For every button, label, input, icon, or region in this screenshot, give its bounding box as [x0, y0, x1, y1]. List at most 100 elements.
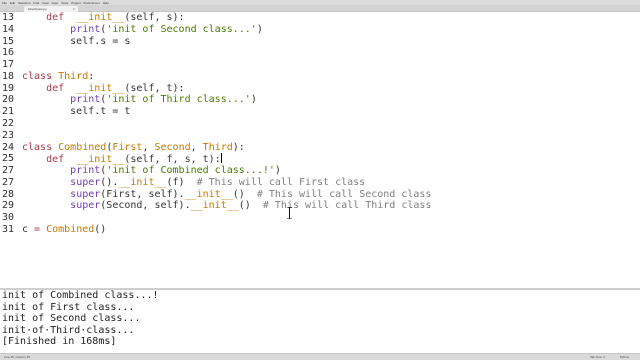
code-token: Second [154, 141, 191, 153]
code-token: 'init of Third class...' [106, 94, 251, 106]
code-line[interactable]: self.s = s [22, 36, 130, 48]
code-token: , [190, 141, 203, 153]
status-position: Line 25, Column 25 [4, 355, 31, 359]
code-token: () [238, 200, 263, 212]
code-token: (self, t): [124, 82, 185, 94]
code-line[interactable]: super(First, self).__init__() # This wil… [22, 189, 431, 201]
code-token: print [70, 165, 101, 177]
code-token: ): [232, 141, 245, 153]
code-token: super [70, 176, 101, 188]
code-token: class [22, 70, 53, 82]
code-line[interactable]: super(Second, self).__init__() # This wi… [22, 200, 431, 212]
line-number: 24 [2, 141, 15, 153]
build-output-panel: init of Combined class...! init of First … [0, 290, 640, 353]
code-token: (f) [166, 176, 197, 188]
code-line[interactable]: def __init__(self, s): [22, 12, 185, 24]
code-token: super [70, 188, 101, 200]
menu-item[interactable]: Selection [18, 1, 30, 5]
code-line[interactable]: def __init__(self, f, s, t): [22, 153, 222, 165]
code-token: __init__ [190, 200, 239, 212]
line-number-gutter: 13 14 15 16 17 18 19 20 21 22 23 24 25 27 27 28 29 30 31 [0, 12, 18, 288]
code-line[interactable]: super().__init__(f) # This will call Fir… [22, 177, 365, 189]
code-line[interactable]: class Third: [22, 71, 94, 83]
code-token: Third [202, 141, 233, 153]
code-token: __init__ [76, 82, 125, 94]
line-number: 20 [2, 94, 15, 106]
text-cursor-icon [287, 207, 292, 219]
code-line[interactable]: class Combined(First, Second, Third): [22, 142, 245, 154]
code-line[interactable]: print('init of Second class...') [22, 24, 263, 36]
code-area[interactable]: def __init__(self, s): print('init of Se… [22, 12, 640, 288]
line-number: 13 [2, 12, 15, 23]
line-number: 18 [2, 70, 15, 82]
code-token: 'init of Second class...' [106, 23, 257, 35]
line-number: 30 [2, 212, 15, 224]
code-token: (self, s): [124, 12, 185, 23]
menu-item[interactable]: File [2, 1, 7, 5]
code-token: Combined [58, 141, 107, 153]
code-token: (). [100, 176, 119, 188]
code-token: __init__ [118, 176, 167, 188]
line-number: 29 [2, 200, 15, 212]
menu-item[interactable]: Tools [61, 1, 68, 5]
code-token: First [112, 141, 143, 153]
file-tab-label: inheritance.py [28, 7, 47, 11]
code-token: : [88, 70, 95, 82]
code-token: self.t = t [22, 106, 131, 118]
menu-item[interactable]: Goto [52, 1, 59, 5]
code-editor[interactable]: 13 14 15 16 17 18 19 20 21 22 23 24 25 27 27 28 29 30 31 d… [0, 12, 640, 288]
line-number: 28 [2, 188, 15, 200]
code-token: def [46, 154, 65, 166]
menu-item[interactable]: View [42, 1, 48, 5]
output-line: init of First class... [2, 301, 135, 313]
code-token: (Second, self). [100, 200, 191, 212]
menu-item[interactable]: Preferences [84, 1, 100, 5]
line-number: 23 [2, 129, 15, 141]
line-number: 27 [2, 176, 15, 188]
menu-item[interactable]: Find [33, 1, 39, 5]
code-token: print [70, 94, 101, 106]
line-number: 14 [2, 23, 15, 35]
code-token: def [46, 82, 65, 94]
code-token: , [142, 141, 155, 153]
menu-item[interactable]: Project [71, 1, 80, 5]
output-line: init·of·Third·class... [2, 324, 135, 336]
code-token: ) [256, 23, 263, 35]
line-number: 15 [2, 35, 15, 47]
code-token: __init__ [76, 12, 125, 23]
code-token: Combined [46, 224, 95, 236]
code-line[interactable]: print('init of Combined class...!') [22, 165, 281, 177]
line-number: 19 [2, 82, 15, 94]
code-line[interactable]: self.t = t [22, 106, 130, 118]
text-caret [220, 153, 222, 164]
code-line[interactable]: print('init of Third class...') [22, 94, 257, 106]
code-token: ) [274, 165, 281, 177]
code-token: self.s = s [22, 35, 131, 47]
code-token: c [22, 224, 35, 236]
code-token: # This will call First class [196, 176, 366, 188]
output-line: [Finished in 168ms] [2, 336, 117, 348]
output-line: init of Second class... [2, 313, 141, 325]
code-token: __init__ [76, 154, 125, 166]
code-token: (First, self). [100, 188, 185, 200]
code-token: ) [250, 94, 257, 106]
code-line[interactable]: def __init__(self, t): [22, 83, 185, 95]
code-line[interactable]: c = Combined() [22, 224, 106, 236]
line-number: 25 [2, 153, 15, 165]
code-token: super [70, 200, 101, 212]
menu-item[interactable]: Help [103, 1, 109, 5]
code-token: (self, f, s, t): [124, 154, 221, 166]
status-tab-size[interactable]: Tab Size: 4 [590, 354, 605, 360]
output-line: init of Combined class...! [2, 290, 159, 301]
status-syntax[interactable]: Python [620, 354, 629, 360]
menu-item[interactable]: Edit [10, 1, 15, 5]
code-token: () [94, 224, 107, 236]
